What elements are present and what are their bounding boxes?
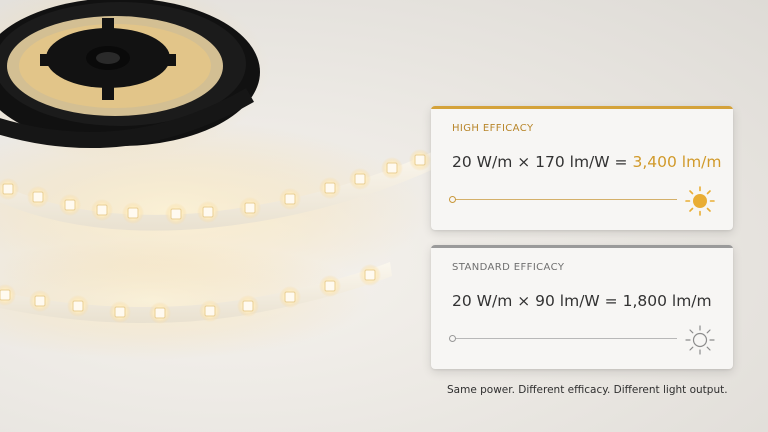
led-chip — [0, 289, 11, 301]
led-chip — [354, 173, 366, 185]
output-track — [452, 199, 677, 200]
led-chip — [64, 199, 76, 211]
led-chip — [72, 300, 84, 312]
sun-outline-icon — [685, 325, 715, 355]
formula-expression: 20 W/m × 170 lm/W = — [452, 153, 628, 171]
led-chip — [324, 182, 336, 194]
led-chip — [284, 291, 296, 303]
accent-line — [431, 245, 733, 248]
track-knob — [449, 196, 456, 203]
formula-result: 3,400 lm/m — [632, 153, 722, 171]
led-chip — [96, 204, 108, 216]
led-chip — [244, 202, 256, 214]
efficacy-formula: 20 W/m × 170 lm/W = 3,400 lm/m — [452, 153, 722, 171]
output-track — [452, 338, 677, 339]
led-chip — [202, 206, 214, 218]
led-chip — [242, 300, 254, 312]
led-chip — [364, 269, 376, 281]
track-knob — [449, 335, 456, 342]
led-chip — [114, 306, 126, 318]
led-chip — [170, 208, 182, 220]
card-label: HIGH EFFICACY — [452, 123, 534, 134]
accent-line — [431, 106, 733, 109]
led-chip — [204, 305, 216, 317]
led-chip — [284, 193, 296, 205]
led-chip — [127, 207, 139, 219]
led-chip — [154, 307, 166, 319]
led-chip — [34, 295, 46, 307]
card-label: STANDARD EFFICACY — [452, 262, 565, 273]
led-chip — [2, 183, 14, 195]
sun-filled-icon — [685, 186, 715, 216]
led-chip — [414, 154, 426, 166]
standard-efficacy-card: STANDARD EFFICACY 20 W/m × 90 lm/W = 1,8… — [431, 245, 733, 369]
efficacy-formula: 20 W/m × 90 lm/W = 1,800 lm/m — [452, 292, 712, 310]
led-chip — [324, 280, 336, 292]
high-efficacy-card: HIGH EFFICACY 20 W/m × 170 lm/W = 3,400 … — [431, 106, 733, 230]
led-chip — [32, 191, 44, 203]
tagline: Same power. Different efficacy. Differen… — [447, 384, 728, 396]
led-chip — [386, 162, 398, 174]
